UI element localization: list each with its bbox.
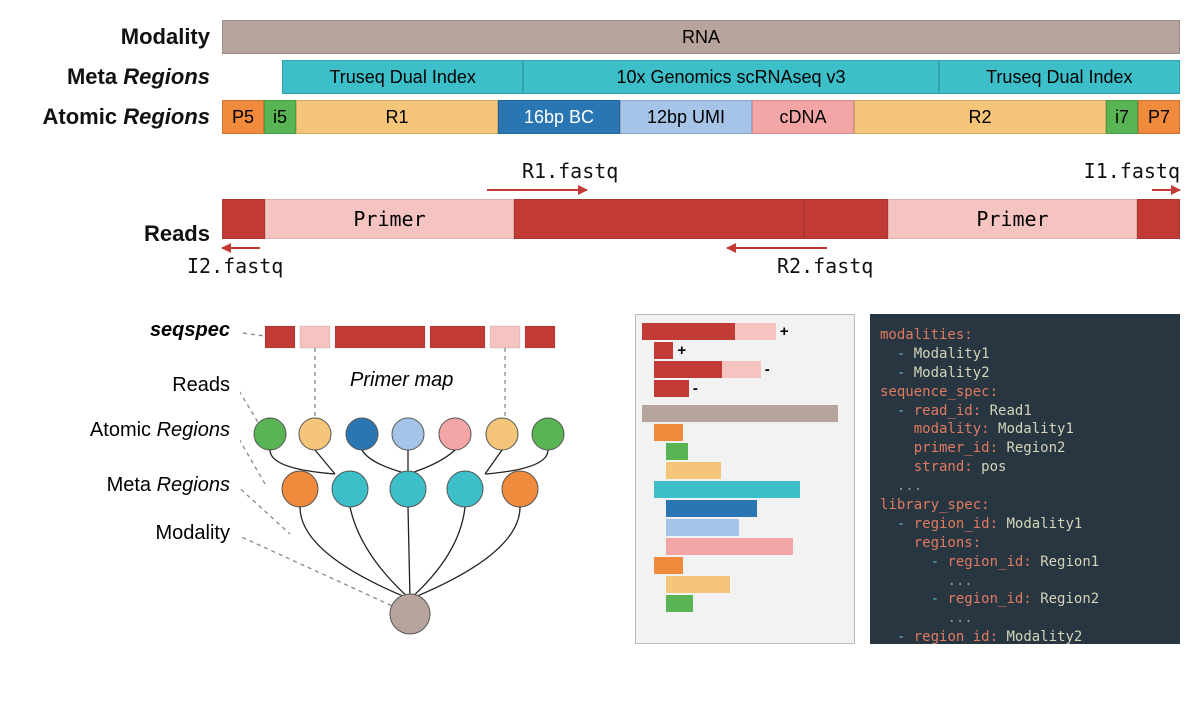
seg-umi: 12bp UMI [620,100,752,134]
seg-p5: P5 [222,100,264,134]
tl-reads: Reads [172,374,230,397]
rseg-primer-1: Primer [265,199,514,239]
rseg-right-dark [1137,199,1180,239]
label-r2-fastq: R2.fastq [777,254,873,278]
arrow-r2 [727,247,827,249]
rseg-primer-2: Primer [888,199,1137,239]
bottom-section: seqspec Reads Atomic Regions Meta Region… [20,314,1180,654]
rseg-mid-dark-2 [804,199,888,239]
tree-svg [240,314,620,654]
tl-meta: Meta Regions [107,474,230,497]
seg-rna: RNA [222,20,1180,54]
label-meta: Meta Regions [20,64,222,90]
label-atomic: Atomic Regions [20,104,222,130]
rseg-left-dark [222,199,265,239]
bar-atomic: P5 i5 R1 16bp BC 12bp UMI cDNA R2 i7 P7 [222,100,1180,134]
seg-meta-1: Truseq Dual Index [282,60,523,94]
tl-seqspec: seqspec [150,319,230,342]
seg-bc: 16bp BC [498,100,620,134]
arrow-i1 [1152,189,1180,191]
panel-code: modalities: - Modality1 - Modality2 sequ… [870,314,1180,644]
bar-modality: RNA [222,20,1180,54]
row-modality: Modality RNA [20,20,1180,54]
label-i1-fastq: I1.fastq [1084,159,1180,183]
label-modality: Modality [20,24,222,50]
tl-atomic: Atomic Regions [90,419,230,442]
label-i2-fastq: I2.fastq [187,254,283,278]
label-reads: Reads [20,221,222,247]
reads-bar: Primer Primer [222,199,1180,239]
seg-meta-3: Truseq Dual Index [939,60,1180,94]
seg-r1: R1 [296,100,498,134]
tree-area: seqspec Reads Atomic Regions Meta Region… [20,314,620,654]
seg-i7: i7 [1106,100,1138,134]
seg-meta-2: 10x Genomics scRNAseq v3 [523,60,938,94]
seg-i5: i5 [264,100,296,134]
row-atomic: Atomic Regions P5 i5 R1 16bp BC 12bp UMI… [20,100,1180,134]
rseg-mid-dark-1 [514,199,804,239]
reads-track: R1.fastq I1.fastq Primer Primer I2.fastq… [222,159,1180,289]
arrow-i2 [222,247,260,249]
seg-p7: P7 [1138,100,1180,134]
seg-r2: R2 [854,100,1106,134]
seg-cdna: cDNA [752,100,854,134]
label-r1-fastq: R1.fastq [522,159,618,183]
row-meta: Meta Regions Truseq Dual Index 10x Genom… [20,60,1180,94]
bar-meta: Truseq Dual Index 10x Genomics scRNAseq … [282,60,1180,94]
tl-modality: Modality [156,522,230,545]
arrow-r1 [487,189,587,191]
panel-mid: + + - - [635,314,855,644]
row-reads: Reads R1.fastq I1.fastq Primer Primer I2… [20,159,1180,289]
